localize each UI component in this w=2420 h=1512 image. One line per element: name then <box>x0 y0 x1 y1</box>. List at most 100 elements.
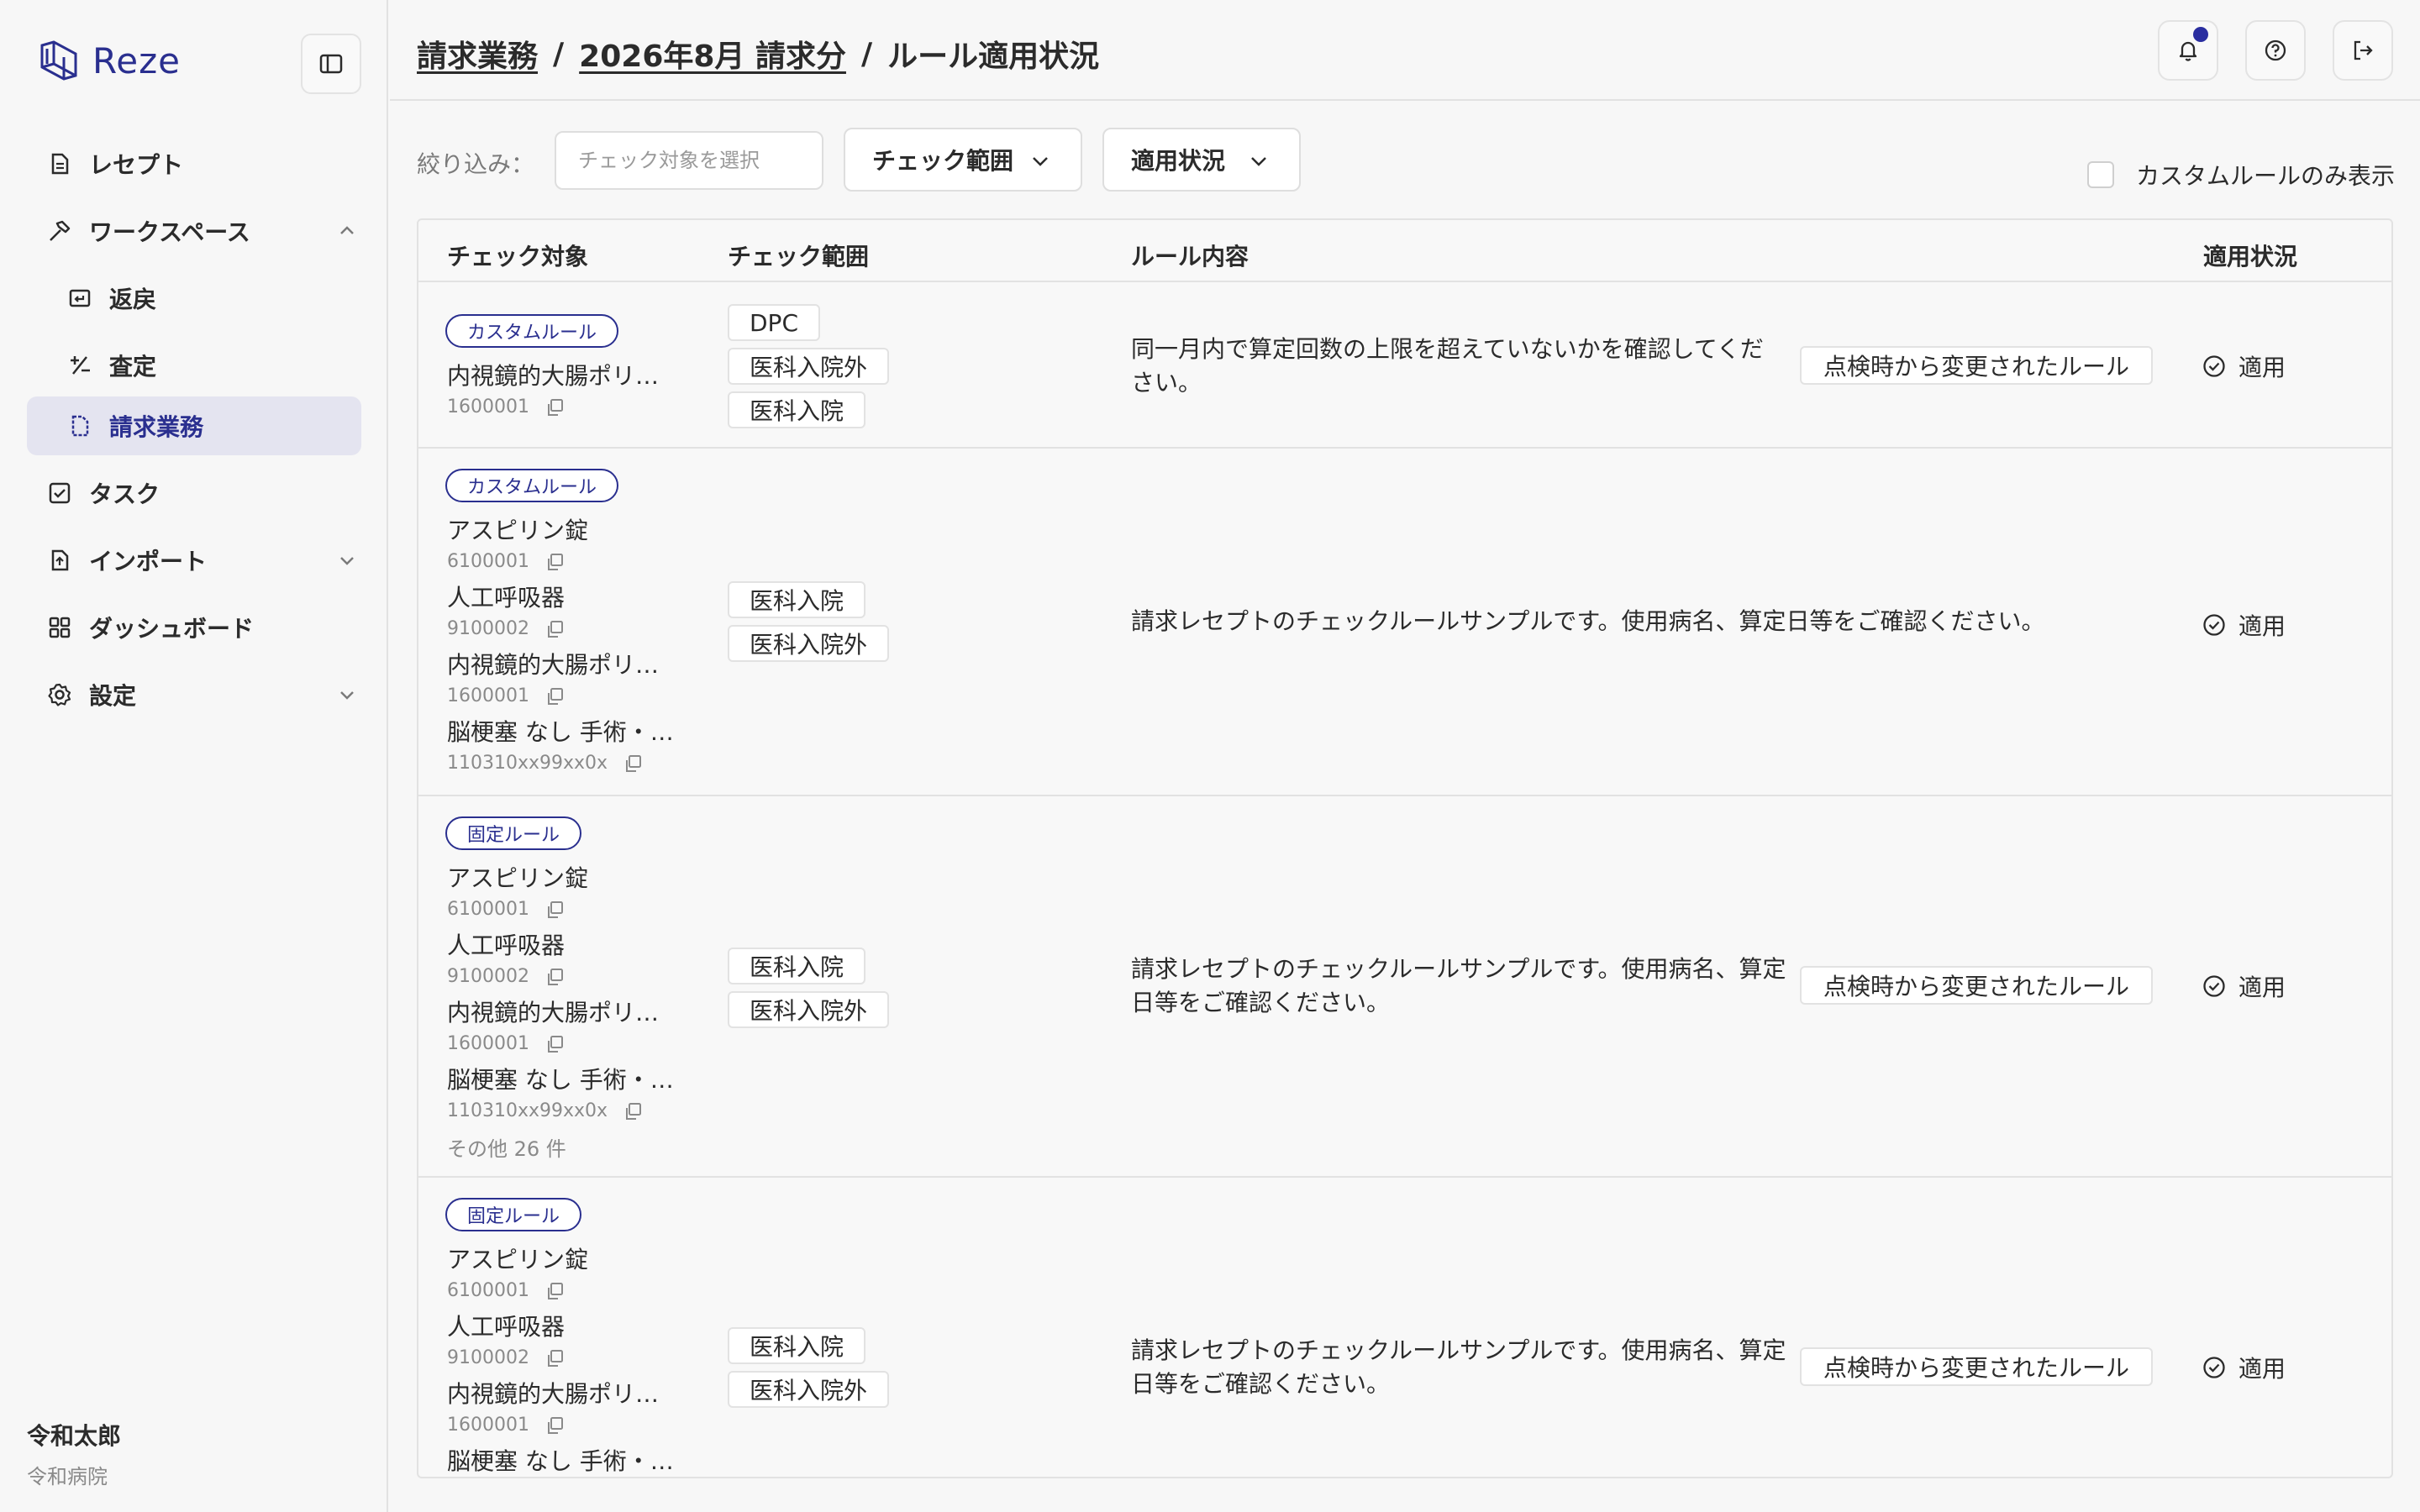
table-row[interactable]: 固定ルール アスピリン錠 6100001 人工呼吸器 9100002 内視鏡的大… <box>418 796 2391 1178</box>
sidebar-item-tasks[interactable]: タスク <box>27 464 361 522</box>
rules-table: チェック対象 チェック範囲 ルール内容 適用状況 カスタムルール 内視鏡的大腸ポ… <box>417 218 2393 1478</box>
sidebar-toggle-button[interactable] <box>301 34 361 94</box>
target-code: 1600001 <box>447 1415 659 1436</box>
copy-icon[interactable] <box>544 552 565 572</box>
changed-rule-badge: 点検時から変更されたルール <box>1800 966 2154 1005</box>
target-code: 6100001 <box>447 551 588 572</box>
scope-badge: 医科入院 <box>728 581 866 618</box>
check-target: 人工呼吸器 9100002 <box>447 580 565 639</box>
target-code: 9100002 <box>447 966 565 987</box>
copy-icon[interactable] <box>544 1415 565 1436</box>
copy-icon[interactable] <box>544 967 565 987</box>
document-icon <box>47 151 72 176</box>
user-organization: 令和病院 <box>27 1465 108 1488</box>
copy-icon[interactable] <box>544 397 565 417</box>
scope-badge: 医科入院外 <box>728 991 890 1028</box>
status-filter-dropdown[interactable]: 適用状況 <box>1102 128 1301 192</box>
rule-type-badge: 固定ルール <box>445 816 582 850</box>
copy-icon[interactable] <box>544 1034 565 1054</box>
scope-badge: 医科入院 <box>728 1327 866 1364</box>
target-code: 9100002 <box>447 618 565 639</box>
sidebar-item-returns[interactable]: 返戻 <box>27 269 361 328</box>
sidebar-item-receipt[interactable]: レセプト <box>27 134 361 193</box>
filter-label: 絞り込み： <box>417 150 535 178</box>
target-code-value: 1600001 <box>447 685 529 706</box>
rule-content: 同一月内で算定回数の上限を超えていないかを確認してください。 <box>1131 335 1764 396</box>
status-text: 適用 <box>2238 612 2286 640</box>
target-code-value: 110310xx99xx0x <box>447 1100 608 1121</box>
logout-button[interactable] <box>2333 20 2393 81</box>
check-target: 脳梗塞 なし 手術・… <box>447 1443 674 1477</box>
rule-type-badge: 固定ルール <box>445 1198 582 1231</box>
chevron-up-icon[interactable] <box>336 220 358 242</box>
sidebar-item-label: タスク <box>89 480 160 508</box>
table-row[interactable]: カスタムルール 内視鏡的大腸ポリ… 1600001 DPC 医科入院外 医科入院… <box>418 282 2391 449</box>
breadcrumb-separator: / <box>553 36 565 71</box>
notifications-button[interactable] <box>2158 20 2218 81</box>
chevron-down-icon[interactable] <box>336 549 358 571</box>
user-profile[interactable]: 令和太郎 令和病院 <box>27 1418 121 1489</box>
app-logo[interactable]: Reze <box>37 39 181 82</box>
sidebar-toggle-icon <box>319 54 343 74</box>
check-target: アスピリン錠 6100001 <box>447 1242 588 1301</box>
sidebar-item-label: レセプト <box>89 151 184 179</box>
copy-icon[interactable] <box>544 619 565 639</box>
page-header: 請求業務 / 2026年8月 請求分 / ルール適用状況 <box>390 0 2420 101</box>
chevron-down-icon <box>1033 157 1048 166</box>
custom-rules-only-toggle[interactable]: カスタムルールのみ表示 <box>2087 158 2395 192</box>
target-code-value: 9100002 <box>447 1347 529 1368</box>
check-target: 内視鏡的大腸ポリ… 1600001 <box>447 647 659 706</box>
target-name: アスピリン錠 <box>447 864 589 892</box>
target-name: アスピリン錠 <box>447 517 589 544</box>
breadcrumb-billing[interactable]: 請求業務 <box>417 32 538 76</box>
column-header-status: 適用状況 <box>2203 243 2298 270</box>
sidebar-item-label: 設定 <box>89 682 137 710</box>
scope-badge: 医科入院外 <box>728 625 890 662</box>
target-code: 9100002 <box>447 1347 565 1368</box>
sidebar-item-dashboard[interactable]: ダッシュボード <box>27 598 361 657</box>
sidebar-item-label: インポート <box>89 548 208 575</box>
sidebar-item-workspace[interactable]: ワークスペース <box>27 202 361 260</box>
chevron-down-icon[interactable] <box>336 684 358 706</box>
target-name: 人工呼吸器 <box>447 1313 566 1341</box>
copy-icon[interactable] <box>544 900 565 920</box>
table-row[interactable]: カスタムルール アスピリン錠 6100001 人工呼吸器 9100002 内視鏡… <box>418 449 2391 796</box>
check-target: アスピリン錠 6100001 <box>447 860 588 920</box>
sidebar-item-billing[interactable]: 請求業務 <box>27 396 361 455</box>
target-name: 内視鏡的大腸ポリ… <box>447 362 660 390</box>
scope-badge: DPC <box>728 304 820 341</box>
table-row[interactable]: 固定ルール アスピリン錠 6100001 人工呼吸器 9100002 内視鏡的大… <box>418 1178 2391 1477</box>
scope-filter-dropdown[interactable]: チェック範囲 <box>844 128 1082 192</box>
target-code-value: 110310xx99xx0x <box>447 753 608 774</box>
copy-icon[interactable] <box>623 753 643 774</box>
sidebar-item-assessment[interactable]: 査定 <box>27 336 361 395</box>
more-targets-link[interactable]: その他 26 件 <box>447 1132 566 1162</box>
target-code-value: 1600001 <box>447 1415 529 1436</box>
status-text: 適用 <box>2238 1355 2286 1383</box>
copy-icon[interactable] <box>544 686 565 706</box>
scope-badge: 医科入院外 <box>728 1371 890 1408</box>
target-filter-input[interactable] <box>555 131 823 190</box>
check-target: 人工呼吸器 9100002 <box>447 1309 565 1368</box>
status-filter-label: 適用状況 <box>1131 147 1226 175</box>
rule-type-badge: カスタムルール <box>445 469 619 502</box>
scope-filter-label: チェック範囲 <box>872 147 1014 175</box>
sidebar-item-settings[interactable]: 設定 <box>27 665 361 724</box>
custom-rules-only-checkbox[interactable] <box>2087 161 2114 188</box>
status-applied: 適用 <box>2202 1351 2286 1384</box>
file-import-icon <box>47 548 72 573</box>
reze-logo-icon <box>40 40 77 81</box>
target-name: 内視鏡的大腸ポリ… <box>447 651 660 679</box>
help-button[interactable] <box>2245 20 2306 81</box>
sidebar-item-label: ワークスペース <box>89 218 250 246</box>
target-code: 6100001 <box>447 1280 588 1301</box>
breadcrumb: 請求業務 / 2026年8月 請求分 / ルール適用状況 <box>417 32 1099 76</box>
copy-icon[interactable] <box>623 1101 643 1121</box>
column-header-scope: チェック範囲 <box>728 243 870 270</box>
copy-icon[interactable] <box>544 1281 565 1301</box>
breadcrumb-billing-period[interactable]: 2026年8月 請求分 <box>579 32 846 76</box>
rule-type-badge: カスタムルール <box>445 314 619 348</box>
sidebar-item-import[interactable]: インポート <box>27 531 361 590</box>
breadcrumb-separator: / <box>860 36 873 71</box>
copy-icon[interactable] <box>544 1348 565 1368</box>
